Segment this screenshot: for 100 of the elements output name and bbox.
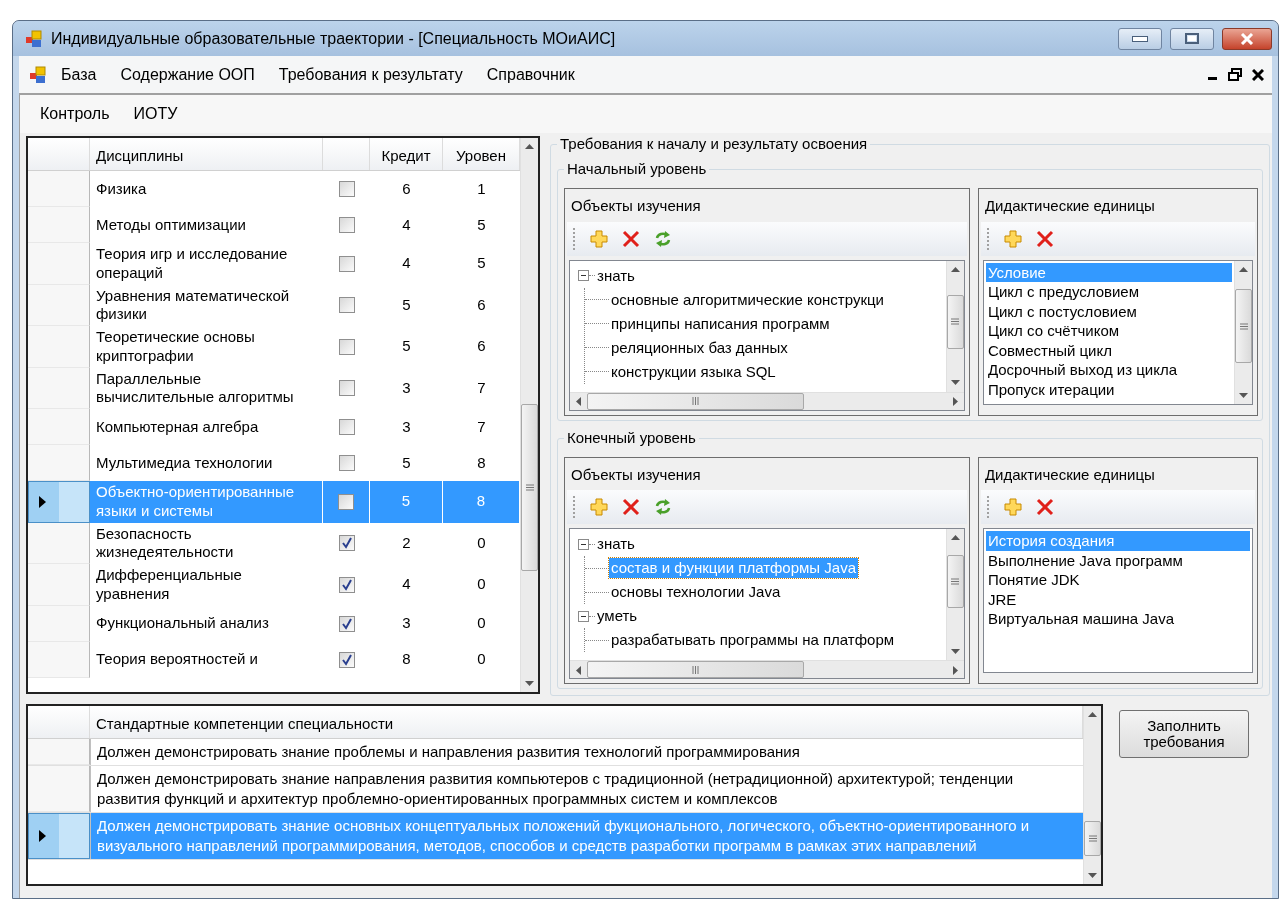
delete-icon[interactable] [1034,228,1055,249]
checkbox[interactable] [338,535,355,552]
menu-item[interactable]: Справочник [476,60,585,89]
table-cell-text: Теоретические основы криптографии [95,327,256,366]
tree-item[interactable]: основные алгоритмические конструкци [609,289,886,310]
grip-icon[interactable] [951,318,960,326]
checkbox[interactable] [338,297,355,314]
tree-item[interactable]: конструкции языка SQL [609,361,778,382]
collapse-toggle-icon[interactable] [578,270,589,281]
tree-item[interactable]: знать [595,265,637,286]
add-icon[interactable] [589,228,609,249]
up-arrow-icon[interactable] [950,535,960,540]
list-item[interactable]: Цикл с постусловием [985,301,1232,321]
menu-item[interactable]: Требования к результату [268,60,473,89]
right-arrow-icon[interactable] [952,665,958,675]
list-item[interactable]: Цикл с предусловием [985,282,1232,302]
minimize-icon[interactable] [1208,77,1218,80]
grip-icon[interactable] [525,484,534,491]
tree-item[interactable]: знать [595,534,637,554]
checkbox[interactable] [338,380,355,397]
list-item[interactable]: Цикл со счётчиком [985,321,1232,341]
panel-title: Объекты изучения [570,196,702,216]
grip-icon[interactable] [1239,322,1248,330]
vertical-scrollbar[interactable] [945,529,964,660]
left-arrow-icon[interactable] [576,397,581,406]
close-button[interactable] [1222,27,1272,50]
maximize-icon[interactable] [1185,33,1199,44]
add-icon[interactable] [1002,228,1023,249]
minimize-button[interactable] [1118,27,1162,50]
list-item[interactable]: Понятие JDK [985,570,1250,590]
minimize-icon[interactable] [1132,35,1148,42]
vertical-scrollbar[interactable] [520,138,538,692]
tree-item[interactable]: принципы написания программ [609,313,832,334]
grip-icon[interactable] [951,578,960,586]
checkbox[interactable] [338,181,355,197]
refresh-icon[interactable] [653,228,673,249]
list-item[interactable]: Виртуальная машина Java [985,609,1250,629]
delete-icon[interactable] [621,228,641,249]
tree-item[interactable]: разрабатывать программы на платформ [609,630,897,650]
grip-icon[interactable] [691,665,699,674]
table-cell-text: Мультимедиа технологии [95,452,274,473]
table-cell-text: 0 [476,649,487,670]
down-arrow-icon[interactable] [950,649,960,654]
delete-icon[interactable] [621,497,641,517]
menu-item[interactable]: База [51,60,107,89]
menu-item[interactable]: Содержание ООП [110,60,265,89]
list-item[interactable]: Пропуск итерации [985,379,1232,399]
down-arrow-icon[interactable] [1088,873,1097,878]
up-arrow-icon[interactable] [1239,266,1248,272]
right-arrow-icon[interactable] [952,397,958,406]
menu-item[interactable]: ИОТУ [123,100,188,128]
add-icon[interactable] [589,497,609,517]
vertical-scrollbar[interactable] [1083,706,1101,884]
up-arrow-icon[interactable] [1088,712,1097,717]
table-cell-text: Теория вероятностей и [95,649,259,670]
refresh-icon[interactable] [653,497,673,517]
tree-item[interactable]: основы технологии Java [609,582,783,602]
collapse-toggle-icon[interactable] [578,610,589,622]
row-header[interactable] [28,522,90,564]
down-arrow-icon[interactable] [950,380,960,386]
vertical-scrollbar[interactable] [1234,260,1252,404]
table-cell-text: 6 [401,178,412,199]
checkbox[interactable] [338,338,355,355]
menu-item[interactable]: Контроль [30,100,120,128]
checkbox[interactable] [338,651,355,668]
fill-button[interactable]: Заполнить требования [1119,710,1249,758]
checkbox[interactable] [338,217,355,233]
panel-title: Дидактические единицы [983,464,1156,485]
checkbox[interactable] [338,615,355,632]
table-cell-text: Физика [95,178,148,199]
left-arrow-icon[interactable] [576,665,581,675]
app-icon[interactable] [29,65,47,84]
grip-icon[interactable] [1088,835,1097,843]
checkbox[interactable] [338,493,354,510]
checkbox[interactable] [338,455,355,471]
list-item[interactable]: Досрочный выход из цикла [985,360,1232,380]
list-item[interactable]: Выполнение Java программ [985,550,1250,570]
close-icon[interactable] [1252,68,1264,81]
up-arrow-icon[interactable] [525,144,534,149]
vertical-scrollbar[interactable] [945,260,964,392]
add-icon[interactable] [1002,497,1023,517]
collapse-toggle-icon[interactable] [578,538,589,550]
tree-item[interactable]: уметь [595,606,640,626]
checkbox[interactable] [338,419,355,435]
up-arrow-icon[interactable] [950,266,960,272]
horizontal-scrollbar[interactable] [570,391,964,410]
grip-icon[interactable] [691,397,699,405]
tree-item[interactable]: реляционных баз данных [609,337,790,358]
restore-icon[interactable] [1228,68,1242,81]
row-header[interactable] [28,813,90,859]
delete-icon[interactable] [1034,497,1055,517]
down-arrow-icon[interactable] [525,681,534,686]
list-item[interactable]: JRE [985,589,1250,609]
maximize-button[interactable] [1170,27,1214,50]
list-item[interactable]: Совместный цикл [985,340,1232,360]
horizontal-scrollbar[interactable] [570,660,964,678]
down-arrow-icon[interactable] [1239,392,1248,398]
checkbox[interactable] [338,576,355,593]
checkbox[interactable] [338,255,355,272]
row-header[interactable] [28,481,90,523]
